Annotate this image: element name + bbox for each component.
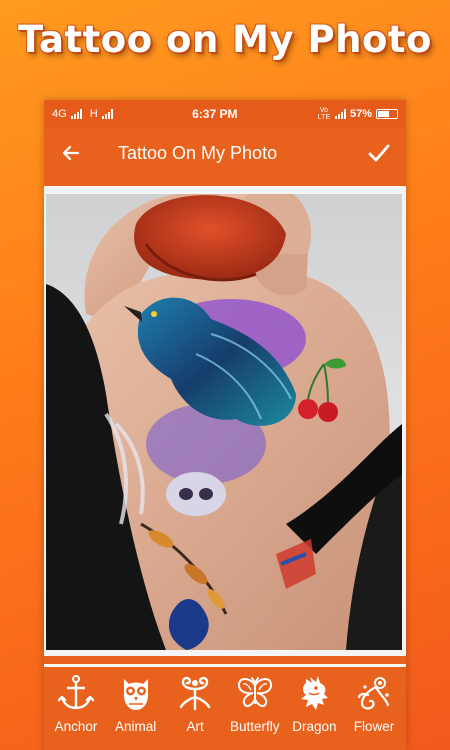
category-bar: Anchor Animal Art Butterfly Dragon Flowe… [44,664,406,750]
anchor-icon [57,675,95,710]
category-animal[interactable]: Animal [108,673,164,734]
tattoo-photo[interactable] [46,194,402,650]
category-butterfly[interactable]: Butterfly [227,673,283,734]
signal-icon-3 [334,109,346,119]
category-art[interactable]: Art [167,673,223,734]
network-4g-label: 4G [52,108,67,120]
network-h-label: H [89,108,98,120]
category-label: Flower [353,719,395,734]
category-flower[interactable]: Flower [346,673,402,734]
toolbar-title: Tattoo On My Photo [118,142,278,163]
category-dragon[interactable]: Dragon [286,673,342,734]
owl-icon [123,679,148,710]
tribal-swirl-icon [179,676,211,711]
back-button[interactable] [54,136,88,170]
arrow-left-icon [62,145,80,161]
flower-swirl-icon [357,677,390,710]
status-bar: 4G H 6:37 PM Vo LTE 57% [44,100,406,128]
editor-canvas [44,186,406,656]
butterfly-icon [237,677,272,708]
battery-percent: 57% [349,108,372,120]
confirm-button[interactable] [362,136,396,170]
volte-label: Vo LTE [317,107,331,121]
category-anchor[interactable]: Anchor [48,673,104,734]
photo-illustration [46,194,402,650]
category-label: Anchor [54,719,98,734]
signal-icon-2 [101,109,113,119]
dragon-icon [301,676,329,710]
phone-screen: 4G H 6:37 PM Vo LTE 57% Tattoo On My Pho… [44,100,406,750]
category-label: Art [186,719,204,734]
app-toolbar: Tattoo On My Photo [44,128,406,178]
category-label: Animal [114,719,157,734]
promo-title: Tattoo on My Photo [18,18,432,61]
category-label: Dragon [292,719,337,734]
status-time: 6:37 PM [192,107,238,121]
signal-icon [70,109,82,119]
category-label: Butterfly [230,719,280,734]
checkmark-icon [368,144,390,162]
battery-icon [376,109,398,119]
